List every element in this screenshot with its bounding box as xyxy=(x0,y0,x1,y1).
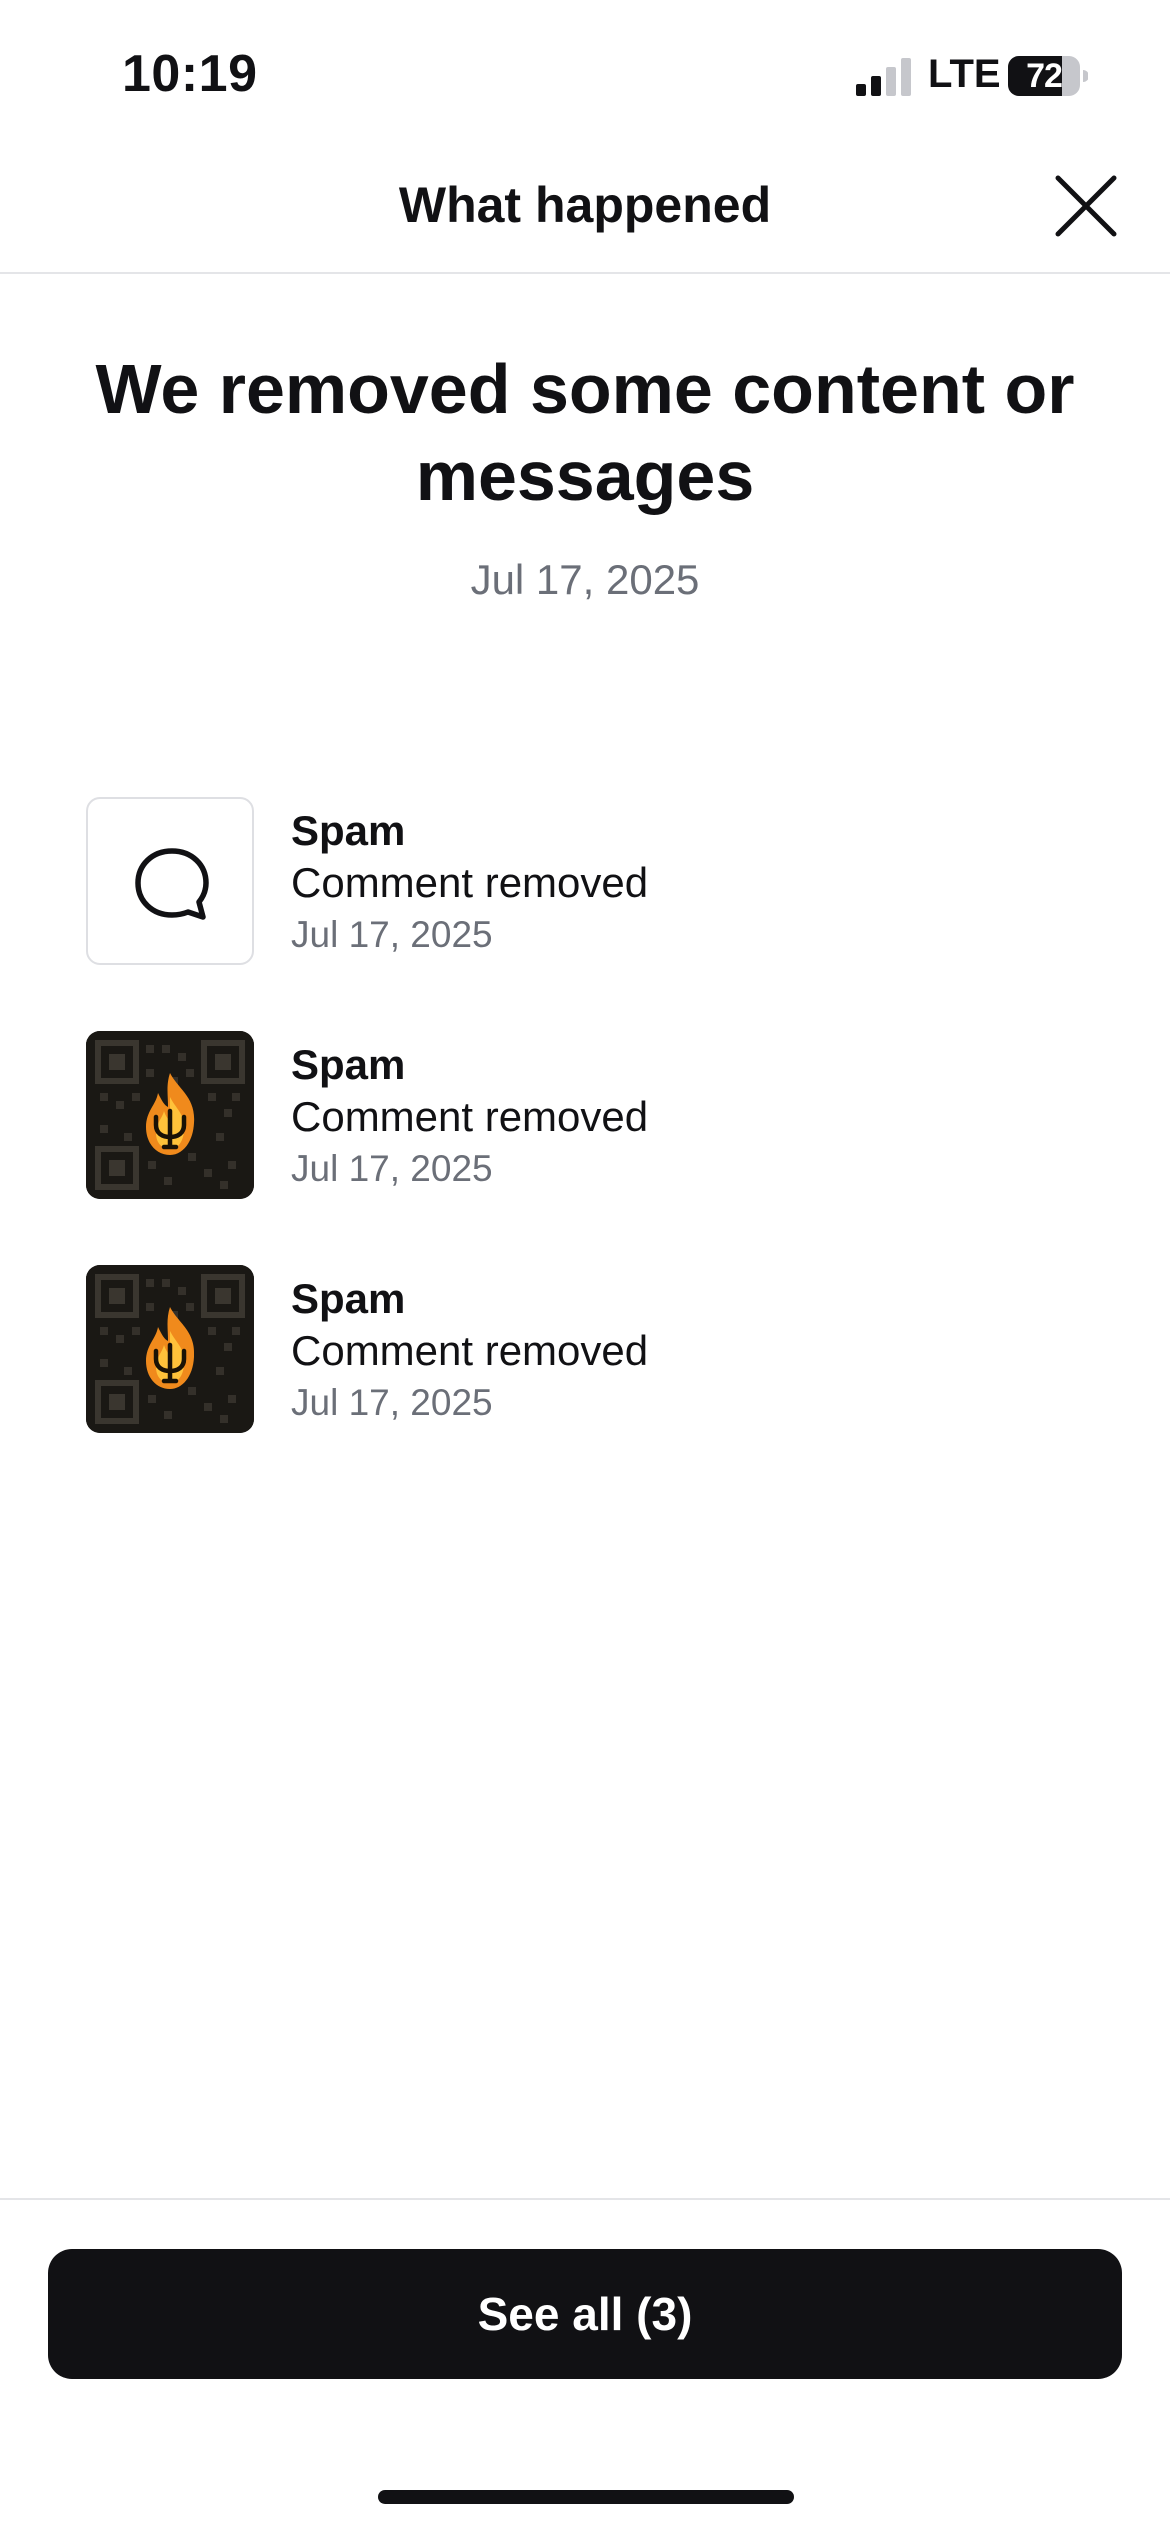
item-reason: Spam xyxy=(291,1275,406,1322)
close-icon[interactable] xyxy=(1050,170,1122,242)
headline: We removed some content or messages xyxy=(95,350,1075,515)
status-bar: 10:19 LTE 72 xyxy=(0,0,1170,150)
qr-code-flame-image xyxy=(86,1265,254,1433)
nav-header: What happened xyxy=(0,150,1170,274)
comment-bubble-icon xyxy=(135,848,209,920)
item-text: Spam Comment removed Jul 17, 2025 xyxy=(291,805,648,961)
item-date: Jul 17, 2025 xyxy=(291,1382,493,1423)
item-reason: Spam xyxy=(291,807,406,854)
item-action: Comment removed xyxy=(291,859,649,906)
item-text: Spam Comment removed Jul 17, 2025 xyxy=(291,1039,648,1195)
item-action: Comment removed xyxy=(291,1093,649,1140)
list-item[interactable]: Spam Comment removed Jul 17, 2025 xyxy=(86,797,1086,965)
network-type: LTE xyxy=(928,52,1001,96)
removed-items-list: Spam Comment removed Jul 17, 2025 Spam C… xyxy=(86,797,1086,1499)
footer-divider xyxy=(0,2198,1170,2200)
list-item[interactable]: Spam Comment removed Jul 17, 2025 xyxy=(86,1265,1086,1433)
battery-level: 72 xyxy=(1026,57,1063,95)
see-all-button[interactable]: See all (3) xyxy=(48,2249,1122,2379)
home-indicator xyxy=(378,2490,794,2504)
headline-date: Jul 17, 2025 xyxy=(470,556,700,603)
page-title: What happened xyxy=(398,177,772,233)
cellular-signal-icon xyxy=(856,58,911,96)
qr-code-flame-image xyxy=(86,1031,254,1199)
item-reason: Spam xyxy=(291,1041,406,1088)
list-item[interactable]: Spam Comment removed Jul 17, 2025 xyxy=(86,1031,1086,1199)
comment-thumbnail xyxy=(86,797,254,965)
qr-flame-graphic xyxy=(86,1265,254,1433)
item-action: Comment removed xyxy=(291,1327,649,1374)
qr-flame-graphic xyxy=(86,1031,254,1199)
item-date: Jul 17, 2025 xyxy=(291,914,493,955)
item-text: Spam Comment removed Jul 17, 2025 xyxy=(291,1273,648,1429)
item-date: Jul 17, 2025 xyxy=(291,1148,493,1189)
status-time: 10:19 xyxy=(122,45,258,103)
